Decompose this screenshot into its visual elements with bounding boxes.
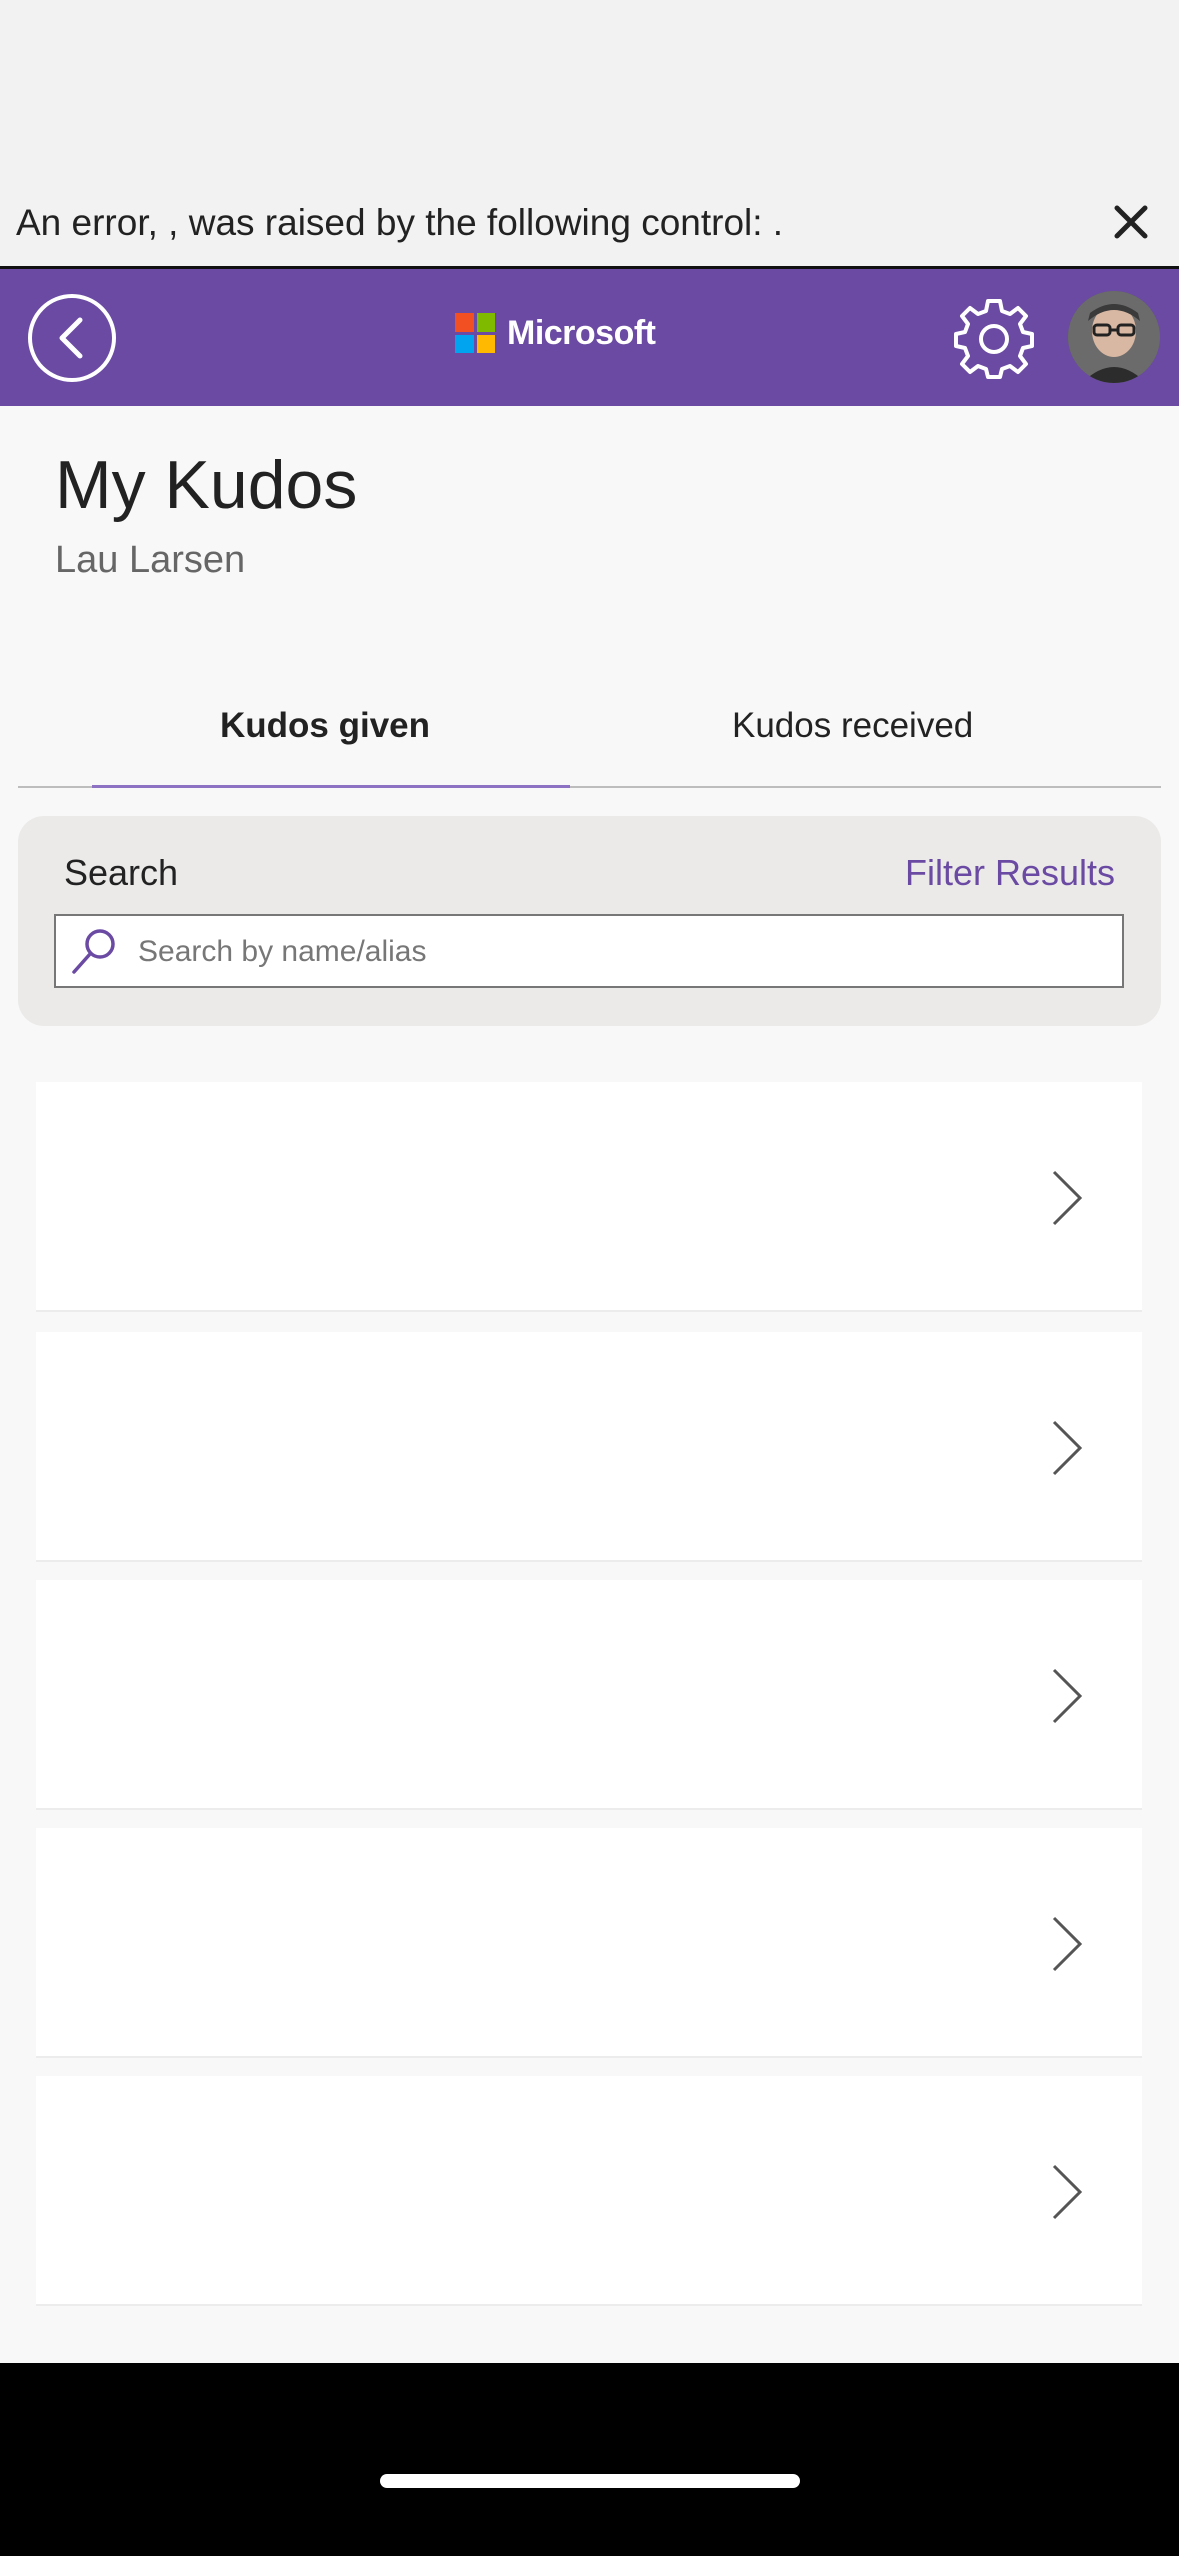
app-header: Microsoft bbox=[0, 269, 1179, 406]
tab-bar: Kudos given Kudos received bbox=[18, 676, 1161, 788]
search-label: Search bbox=[64, 852, 179, 893]
chevron-right-icon bbox=[1052, 1916, 1083, 1972]
search-icon bbox=[72, 929, 115, 974]
chevron-right-icon bbox=[1052, 1420, 1083, 1476]
list-item[interactable] bbox=[36, 1082, 1142, 1312]
chevron-right-icon bbox=[1052, 1170, 1083, 1226]
search-panel: Search Filter Results bbox=[18, 816, 1161, 1026]
search-box[interactable] bbox=[54, 914, 1124, 988]
list-item[interactable] bbox=[36, 2076, 1142, 2306]
brand-name: Microsoft bbox=[507, 313, 656, 352]
close-icon[interactable] bbox=[1109, 200, 1153, 244]
gear-icon[interactable] bbox=[952, 295, 1036, 379]
chevron-right-icon bbox=[1052, 2164, 1083, 2220]
tab-kudos-given[interactable]: Kudos given bbox=[220, 706, 430, 746]
system-bottom-bar bbox=[0, 2363, 1179, 2556]
tab-kudos-received[interactable]: Kudos received bbox=[732, 706, 973, 746]
error-bar: An error, , was raised by the following … bbox=[0, 180, 1179, 269]
chevron-right-icon bbox=[1052, 1668, 1083, 1724]
search-input[interactable] bbox=[136, 916, 1100, 988]
main-content: My Kudos Lau Larsen Kudos given Kudos re… bbox=[0, 406, 1179, 2363]
brand-logo: Microsoft bbox=[455, 313, 656, 353]
page-title: My Kudos bbox=[55, 447, 358, 523]
avatar[interactable] bbox=[1068, 291, 1160, 383]
list-item[interactable] bbox=[36, 1828, 1142, 2058]
back-icon bbox=[59, 317, 83, 359]
microsoft-logo-icon bbox=[455, 313, 495, 353]
filter-results-link[interactable]: Filter Results bbox=[905, 852, 1115, 894]
home-indicator[interactable] bbox=[380, 2474, 800, 2488]
back-button[interactable] bbox=[28, 294, 116, 382]
active-tab-indicator bbox=[92, 785, 570, 788]
list-item[interactable] bbox=[36, 1332, 1142, 1562]
error-message: An error, , was raised by the following … bbox=[16, 202, 784, 243]
list-item[interactable] bbox=[36, 1580, 1142, 1810]
user-name: Lau Larsen bbox=[55, 539, 246, 581]
